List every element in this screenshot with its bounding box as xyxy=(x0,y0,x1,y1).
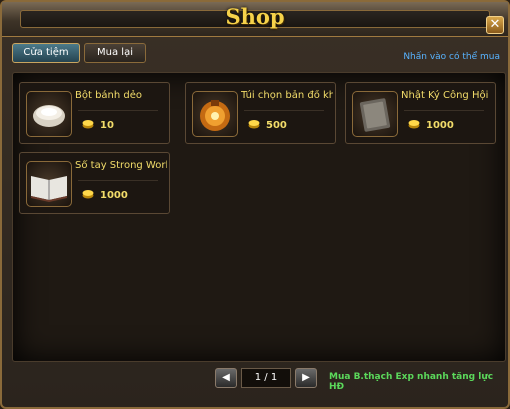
divider xyxy=(244,110,324,111)
shop-item[interactable]: Túi chọn bản đồ kho báu 500 xyxy=(185,82,336,144)
window-title: Shop xyxy=(225,4,285,29)
item-name: Sổ tay Strong World xyxy=(75,160,167,171)
tab-shop[interactable]: Cửa tiệm xyxy=(12,43,80,63)
next-page-button[interactable]: ▶ xyxy=(295,368,317,388)
buy-hint: Nhấn vào có thể mua xyxy=(403,52,500,62)
shop-item[interactable]: Sổ tay Strong World 1000 xyxy=(19,152,170,214)
divider xyxy=(78,110,158,111)
item-name: Nhật Ký Công Hội xyxy=(401,90,489,101)
title-bar: Shop ✕ xyxy=(2,2,508,37)
coin-icon xyxy=(248,120,260,129)
item-price: 1000 xyxy=(100,190,128,201)
divider xyxy=(404,110,484,111)
shop-item[interactable]: Bột bánh dẻo 10 xyxy=(19,82,170,144)
flour-bowl-icon xyxy=(26,91,72,137)
page-indicator: 1 / 1 xyxy=(241,368,291,388)
tab-buyback[interactable]: Mua lại xyxy=(84,43,146,63)
item-grid: Bột bánh dẻo 10 Túi chọn bản đồ kho báu xyxy=(12,72,506,362)
guild-diary-icon xyxy=(352,91,398,137)
close-button[interactable]: ✕ xyxy=(486,16,504,34)
item-price: 10 xyxy=(100,120,114,131)
prev-page-button[interactable]: ◀ xyxy=(215,368,237,388)
coin-icon xyxy=(82,120,94,129)
item-name: Bột bánh dẻo xyxy=(75,90,143,101)
open-book-icon xyxy=(26,161,72,207)
item-price: 1000 xyxy=(426,120,454,131)
item-price: 500 xyxy=(266,120,287,131)
promo-link[interactable]: Mua B.thạch Exp nhanh tăng lực HĐ xyxy=(329,372,508,392)
treasure-bag-icon xyxy=(192,91,238,137)
shop-window: Shop ✕ Cửa tiệm Mua lại Nhấn vào có thể … xyxy=(0,0,510,409)
coin-icon xyxy=(408,120,420,129)
item-name: Túi chọn bản đồ kho báu xyxy=(241,90,333,101)
shop-item[interactable]: Nhật Ký Công Hội 1000 xyxy=(345,82,496,144)
divider xyxy=(78,180,158,181)
coin-icon xyxy=(82,190,94,199)
